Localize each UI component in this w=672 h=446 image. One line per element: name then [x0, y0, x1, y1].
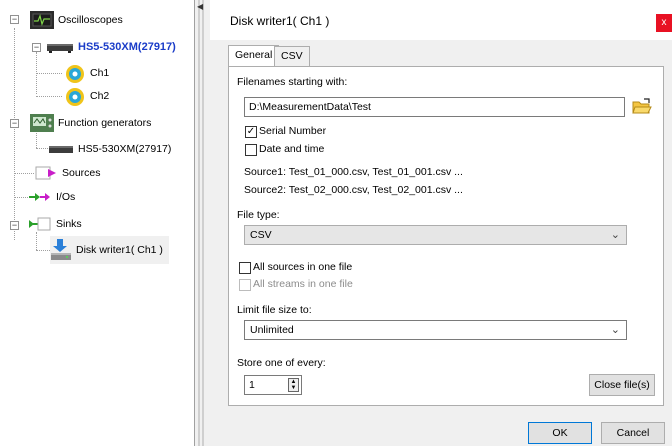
tree-item-disk-writer[interactable]: Disk writer1( Ch1 )	[50, 236, 169, 264]
tree-label: Sinks	[56, 218, 82, 230]
spin-buttons-icon[interactable]: ▲ ▼	[288, 378, 299, 392]
sources-icon	[34, 164, 58, 182]
store-every-label: Store one of every:	[237, 357, 326, 369]
splitter-grip	[198, 0, 200, 446]
tree-item-sources[interactable]: Sources	[34, 163, 101, 183]
serial-number-label: Serial Number	[259, 125, 327, 137]
tree-label: Disk writer1( Ch1 )	[76, 244, 163, 256]
filenames-label: Filenames starting with:	[237, 76, 348, 88]
tree-connector	[14, 28, 15, 240]
tree-connector	[14, 173, 34, 174]
tree-connector	[36, 96, 62, 97]
channel-icon	[64, 87, 86, 106]
tree-item-ios[interactable]: I/Os	[28, 187, 75, 207]
all-streams-label: All streams in one file	[253, 278, 353, 290]
file-type-select[interactable]: CSV ⌄	[244, 225, 627, 245]
cancel-button[interactable]: Cancel	[601, 422, 665, 444]
oscilloscope-icon	[30, 11, 54, 29]
sinks-icon	[28, 215, 52, 233]
ok-button[interactable]: OK	[528, 422, 592, 444]
tree-connector	[36, 73, 62, 74]
chevron-down-icon: ⌄	[610, 324, 620, 336]
store-every-stepper[interactable]: 1 ▲ ▼	[244, 375, 302, 395]
store-every-value: 1	[249, 379, 255, 391]
date-time-label: Date and time	[259, 143, 325, 155]
source1-preview: Source1: Test_01_000.csv, Test_01_001.cs…	[244, 166, 463, 178]
all-sources-checkbox[interactable]	[239, 262, 251, 274]
collapse-toggle[interactable]: −	[10, 15, 19, 24]
general-panel: Filenames starting with: D:\MeasurementD…	[228, 66, 664, 406]
tab-general[interactable]: General	[228, 45, 280, 67]
folder-open-icon[interactable]	[631, 97, 653, 117]
serial-number-checkbox[interactable]: ✓	[245, 126, 257, 138]
tree-item-function-generators[interactable]: Function generators	[30, 113, 151, 133]
all-sources-label: All sources in one file	[253, 261, 353, 273]
disk-writer-window: Disk writer1( Ch1 ) x General CSV Filena…	[210, 0, 672, 446]
tree-label: I/Os	[56, 191, 76, 203]
tree-item-oscilloscopes[interactable]: Oscilloscopes	[30, 10, 123, 30]
tree-label: Ch2	[90, 90, 110, 102]
tree-item-sinks[interactable]: Sinks	[28, 214, 82, 234]
channel-icon	[64, 64, 86, 83]
device-icon	[46, 38, 74, 56]
tree-item-scope-device[interactable]: HS5-530XM(27917)	[46, 37, 176, 57]
tree-connector	[36, 232, 37, 250]
tree-label: Sources	[62, 167, 101, 179]
file-type-value: CSV	[250, 229, 272, 241]
window-title: Disk writer1( Ch1 )	[230, 14, 330, 28]
close-icon[interactable]: x	[656, 14, 672, 32]
io-icon	[28, 188, 52, 206]
chevron-down-icon: ⌄	[610, 229, 620, 241]
limit-size-select[interactable]: Unlimited ⌄	[244, 320, 627, 340]
tree-label: HS5-530XM(27917)	[78, 143, 172, 155]
function-generator-icon	[30, 114, 54, 132]
tree-item-ch2[interactable]: Ch2	[64, 86, 109, 106]
tree-item-generator-device[interactable]: HS5-530XM(27917)	[48, 139, 171, 159]
limit-size-value: Unlimited	[250, 324, 294, 336]
limit-size-label: Limit file size to:	[237, 304, 312, 316]
device-icon	[48, 140, 74, 158]
disk-writer-icon	[50, 238, 72, 262]
title-bar: Disk writer1( Ch1 ) x	[210, 0, 672, 40]
tab-csv[interactable]: CSV	[274, 46, 310, 66]
date-time-checkbox[interactable]	[245, 144, 257, 156]
panel-splitter[interactable]	[196, 0, 206, 446]
tree-label: Function generators	[58, 117, 152, 129]
tree-label: Oscilloscopes	[58, 14, 123, 26]
collapse-toggle[interactable]: −	[10, 119, 19, 128]
tree-connector	[14, 197, 28, 198]
device-tree: − Oscilloscopes − HS5-530XM(27917) Ch1 C…	[0, 0, 195, 446]
tree-label: HS5-530XM(27917)	[78, 41, 176, 53]
collapse-toggle[interactable]: −	[10, 221, 19, 230]
close-files-button[interactable]: Close file(s)	[589, 374, 655, 396]
splitter-grip	[202, 0, 204, 446]
source2-preview: Source2: Test_02_000.csv, Test_02_001.cs…	[244, 184, 463, 196]
tree-item-ch1[interactable]: Ch1	[64, 63, 109, 83]
all-streams-checkbox	[239, 279, 251, 291]
tree-connector	[36, 250, 50, 251]
tree-label: Ch1	[90, 67, 110, 79]
filename-input[interactable]: D:\MeasurementData\Test	[244, 97, 625, 117]
collapse-toggle[interactable]: −	[32, 43, 41, 52]
file-type-label: File type:	[237, 209, 280, 221]
collapse-panel-icon[interactable]: ◀	[197, 2, 203, 11]
